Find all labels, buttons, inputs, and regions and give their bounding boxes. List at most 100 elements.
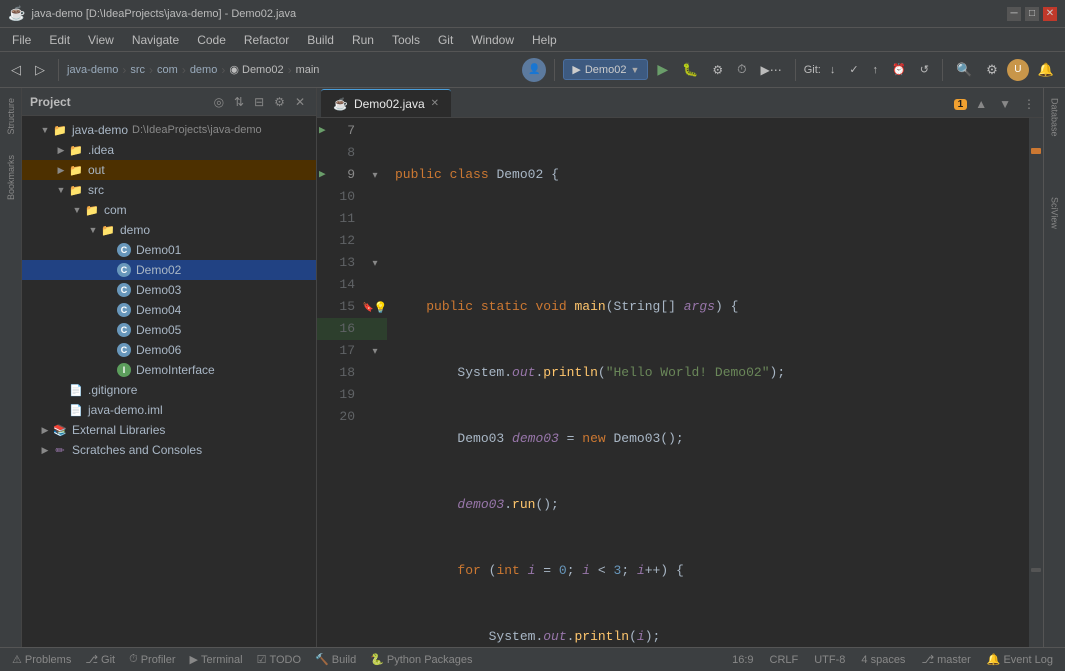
tree-item-demo04[interactable]: C Demo04: [22, 300, 316, 320]
build-status[interactable]: 🔨 Build: [311, 653, 360, 666]
vcs-branch[interactable]: ⎇ master: [917, 653, 974, 666]
git-status[interactable]: ⎇ Git: [81, 653, 119, 666]
git-history-button[interactable]: ⏰: [887, 60, 911, 79]
event-log-status[interactable]: 🔔 Event Log: [983, 653, 1057, 666]
debug-button[interactable]: 🐛: [677, 59, 703, 81]
minimize-button[interactable]: ─: [1007, 7, 1021, 21]
menu-window[interactable]: Window: [463, 31, 522, 49]
breadcrumb-com[interactable]: com: [157, 64, 178, 76]
line-num-9: ▶ 9: [317, 164, 363, 186]
menu-tools[interactable]: Tools: [384, 31, 428, 49]
tree-item-com[interactable]: ▼ 📁 com: [22, 200, 316, 220]
file-tree: ▼ 📁 java-demo D:\IdeaProjects\java-demo …: [22, 116, 316, 647]
tree-item-demo06[interactable]: C Demo06: [22, 340, 316, 360]
breadcrumb-demo02[interactable]: ◉ Demo02: [229, 63, 283, 76]
tree-item-demointerface[interactable]: I DemoInterface: [22, 360, 316, 380]
tree-item-scratches[interactable]: ▶ ✏ Scratches and Consoles: [22, 440, 316, 460]
tree-item-java-demo[interactable]: ▼ 📁 java-demo D:\IdeaProjects\java-demo: [22, 120, 316, 140]
expand-warnings-button[interactable]: ▼: [995, 95, 1015, 113]
profile-button[interactable]: ⏱: [732, 59, 751, 80]
project-nav-forward[interactable]: ▷: [30, 59, 50, 81]
breadcrumb-src[interactable]: src: [130, 64, 145, 76]
gutter-20: [363, 406, 387, 428]
run-button[interactable]: ▶: [652, 58, 673, 81]
menu-view[interactable]: View: [80, 31, 122, 49]
close-button[interactable]: ✕: [1043, 7, 1057, 21]
todo-status[interactable]: ☑ TODO: [253, 653, 305, 666]
restore-button[interactable]: □: [1025, 7, 1039, 21]
panel-settings-button[interactable]: ⚙: [271, 94, 288, 110]
panel-close-button[interactable]: ✕: [292, 94, 308, 110]
sciview-tab[interactable]: SciView: [1046, 187, 1064, 239]
breadcrumb-demo[interactable]: demo: [190, 64, 218, 76]
python-packages-status[interactable]: 🐍 Python Packages: [366, 653, 476, 666]
panel-locate-button[interactable]: ◎: [211, 94, 227, 110]
event-log-label: Event Log: [1003, 654, 1053, 666]
editor-tab-demo02[interactable]: ☕ Demo02.java ✕: [321, 89, 451, 117]
profiler-status[interactable]: ⏱ Profiler: [125, 653, 179, 666]
tree-label-demo04: Demo04: [136, 303, 181, 317]
menu-navigate[interactable]: Navigate: [124, 31, 187, 49]
editor-scrollbar[interactable]: [1029, 118, 1043, 647]
menu-refactor[interactable]: Refactor: [236, 31, 297, 49]
user-avatar-button[interactable]: 👤: [522, 58, 546, 82]
project-nav-back[interactable]: ◁: [6, 59, 26, 81]
run-with-button[interactable]: ▶⋯: [755, 60, 786, 80]
tree-item-demo05[interactable]: C Demo05: [22, 320, 316, 340]
tree-label-iml: java-demo.iml: [88, 403, 163, 417]
tree-item-src[interactable]: ▼ 📁 src: [22, 180, 316, 200]
code-line-7: public class Demo02 {: [395, 164, 1029, 186]
tree-item-demo02[interactable]: C Demo02: [22, 260, 316, 280]
tree-item-idea[interactable]: ▶ 📁 .idea: [22, 140, 316, 160]
coverage-button[interactable]: ⚙: [707, 60, 728, 80]
tree-item-demo[interactable]: ▼ 📁 demo: [22, 220, 316, 240]
breadcrumb-main[interactable]: main: [296, 64, 320, 76]
problems-status[interactable]: ⚠ Problems: [8, 653, 75, 666]
database-tab[interactable]: Database: [1046, 88, 1064, 147]
tab-close-button[interactable]: ✕: [431, 98, 439, 109]
run-configuration-selector[interactable]: ▶ Demo02 ▼: [563, 59, 648, 80]
indent[interactable]: 4 spaces: [857, 654, 909, 666]
demo02-class-icon: C: [116, 262, 132, 278]
vcs-branch-value: master: [937, 654, 971, 666]
panel-collapse-button[interactable]: ⊟: [251, 94, 267, 110]
menu-file[interactable]: File: [4, 31, 39, 49]
settings-button[interactable]: ⚙: [981, 59, 1003, 81]
tree-item-iml[interactable]: 📄 java-demo.iml: [22, 400, 316, 420]
line-ending[interactable]: CRLF: [766, 654, 803, 666]
git-push-button[interactable]: ↑: [868, 61, 884, 79]
code-content[interactable]: public class Demo02 { public static void…: [387, 118, 1029, 647]
tab-java-icon: ☕: [333, 97, 348, 111]
search-everywhere-button[interactable]: 🔍: [951, 59, 977, 81]
tree-item-out[interactable]: ▶ 📁 out: [22, 160, 316, 180]
git-revert-button[interactable]: ↺: [915, 60, 934, 79]
editor-settings-button[interactable]: ⋮: [1019, 95, 1039, 113]
tree-label-com: com: [104, 203, 127, 217]
terminal-status[interactable]: ▶ Terminal: [186, 653, 247, 666]
git-commit-button[interactable]: ✓: [844, 60, 863, 79]
tree-item-gitignore[interactable]: 📄 .gitignore: [22, 380, 316, 400]
status-bar: ⚠ Problems ⎇ Git ⏱ Profiler ▶ Terminal ☑…: [0, 647, 1065, 671]
collapse-warnings-button[interactable]: ▲: [971, 95, 991, 113]
breadcrumb-project[interactable]: java-demo: [67, 64, 118, 76]
structure-tab[interactable]: Structure: [2, 88, 20, 145]
bookmarks-tab[interactable]: Bookmarks: [2, 145, 20, 210]
tree-item-demo03[interactable]: C Demo03: [22, 280, 316, 300]
bulb-icon-15[interactable]: 💡: [374, 301, 388, 314]
menu-git[interactable]: Git: [430, 31, 461, 49]
notifications-button[interactable]: 🔔: [1033, 59, 1059, 81]
tree-item-demo01[interactable]: C Demo01: [22, 240, 316, 260]
menu-build[interactable]: Build: [299, 31, 342, 49]
menu-code[interactable]: Code: [189, 31, 234, 49]
git-update-button[interactable]: ↓: [825, 61, 841, 79]
menu-help[interactable]: Help: [524, 31, 565, 49]
code-editor[interactable]: ▶ 7 8 ▶ 9 10 11 12 13 14 15 16 17 18 19 …: [317, 118, 1043, 647]
menu-run[interactable]: Run: [344, 31, 382, 49]
tree-item-external-libs[interactable]: ▶ 📚 External Libraries: [22, 420, 316, 440]
line-num-12: 12: [317, 230, 363, 252]
panel-expand-button[interactable]: ⇅: [231, 94, 247, 110]
encoding[interactable]: UTF-8: [810, 654, 849, 666]
menu-edit[interactable]: Edit: [41, 31, 78, 49]
cursor-position[interactable]: 16:9: [728, 654, 757, 666]
user-avatar[interactable]: U: [1007, 59, 1029, 81]
